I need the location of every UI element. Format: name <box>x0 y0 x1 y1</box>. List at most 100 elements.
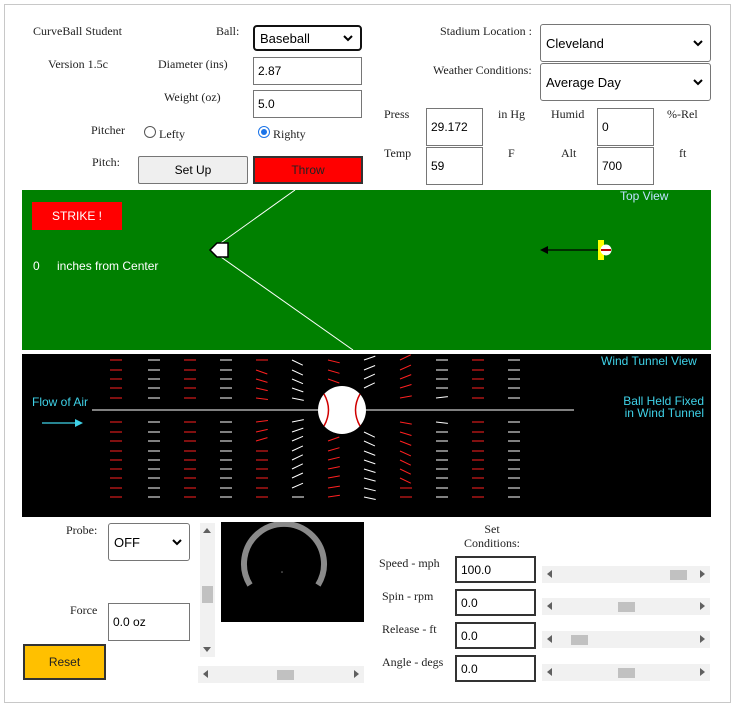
scroll-left-icon[interactable] <box>547 602 552 610</box>
streamline-dash <box>327 359 340 364</box>
streamline-dash <box>327 378 340 384</box>
top-view-panel: Top View STRIKE ! 0 inches from Center <box>22 190 711 350</box>
condition-input[interactable]: 0.0 <box>455 622 536 649</box>
streamline-dash <box>363 382 376 389</box>
scroll-right-icon[interactable] <box>700 570 705 578</box>
streamline-dash <box>291 397 304 401</box>
offset-value: 0 <box>33 259 40 273</box>
alt-input[interactable]: 700 <box>597 147 654 185</box>
righty-radio[interactable] <box>258 126 270 138</box>
condition-slider[interactable] <box>542 631 710 648</box>
streamline-dash <box>291 463 304 470</box>
streamline-dash <box>255 428 268 433</box>
probe-vertical-scrollbar[interactable] <box>200 523 215 657</box>
streamline-dash <box>291 359 304 366</box>
scroll-right-icon[interactable] <box>700 668 705 676</box>
streamline-dash <box>327 485 340 489</box>
force-value: 0.0 oz <box>113 615 146 629</box>
reset-button[interactable]: Reset <box>23 644 106 680</box>
ball-select[interactable]: Baseball <box>253 25 362 51</box>
streamline-dash <box>255 420 268 423</box>
pitcher-label: Pitcher <box>91 123 125 137</box>
streamlines <box>110 354 520 500</box>
scroll-left-icon[interactable] <box>547 635 552 643</box>
scroll-right-icon[interactable] <box>700 602 705 610</box>
streamline-dash <box>327 466 340 470</box>
stadium-select[interactable]: Cleveland <box>540 24 711 62</box>
force-input[interactable]: 0.0 oz <box>108 603 190 641</box>
streamline-dash <box>435 421 448 424</box>
condition-slider[interactable] <box>542 598 710 615</box>
weather-select[interactable]: Average Day <box>540 63 711 101</box>
condition-input[interactable]: 0.0 <box>455 655 536 682</box>
app-version: Version 1.5c <box>48 57 108 71</box>
scroll-up-icon[interactable] <box>203 528 211 533</box>
weight-input[interactable]: 5.0 <box>253 90 362 118</box>
condition-label: Speed - mph <box>379 556 440 570</box>
top-view-title: Top View <box>620 190 669 203</box>
condition-slider[interactable] <box>542 664 710 681</box>
fixed-note: Ball Held Fixed in Wind Tunnel <box>622 395 704 419</box>
streamline-dash <box>291 369 304 376</box>
streamline-dash <box>327 436 340 442</box>
diameter-input[interactable]: 2.87 <box>253 57 362 85</box>
pitcher-marker-icon <box>598 240 612 260</box>
lefty-radio[interactable] <box>144 126 156 138</box>
streamline-dash <box>363 477 376 482</box>
press-input[interactable]: 29.172 <box>426 108 483 146</box>
weight-value: 5.0 <box>258 97 275 111</box>
slider-thumb[interactable] <box>618 602 635 612</box>
set-conditions-line2: Conditions: <box>463 536 520 550</box>
streamline-dash <box>327 475 340 479</box>
scroll-right-icon[interactable] <box>354 670 359 678</box>
probe-label: Probe: <box>66 523 98 537</box>
baseball-icon <box>318 386 366 434</box>
humid-label: Humid <box>551 107 585 121</box>
press-value: 29.172 <box>431 120 468 134</box>
diameter-label: Diameter (ins) <box>158 57 228 71</box>
condition-input[interactable]: 0.0 <box>455 589 536 616</box>
chevron-down-icon <box>693 79 703 86</box>
scroll-right-icon[interactable] <box>700 635 705 643</box>
scroll-thumb[interactable] <box>277 670 294 680</box>
condition-label: Spin - rpm <box>382 589 434 603</box>
condition-label: Angle - degs <box>382 655 444 669</box>
scroll-left-icon[interactable] <box>203 670 208 678</box>
fixed-note-line2: in Wind Tunnel <box>624 406 704 420</box>
slider-thumb[interactable] <box>618 668 635 678</box>
scroll-down-icon[interactable] <box>203 647 211 652</box>
streamline-dash <box>363 450 376 456</box>
force-gauge-icon <box>241 521 327 587</box>
streamline-dash <box>363 468 376 473</box>
scroll-left-icon[interactable] <box>547 668 552 676</box>
streamline-dash <box>327 456 340 461</box>
streamline-dash <box>399 477 412 484</box>
wind-tunnel-field <box>42 354 574 500</box>
streamline-dash <box>291 482 304 489</box>
temp-label: Temp <box>384 146 412 160</box>
weight-label: Weight (oz) <box>164 90 221 104</box>
condition-slider[interactable] <box>542 566 710 583</box>
force-label: Force <box>70 603 98 617</box>
offset-label: inches from Center <box>57 259 159 273</box>
force-gauge-panel <box>221 521 364 622</box>
press-unit: in Hg <box>498 107 525 121</box>
streamline-dash <box>255 378 268 383</box>
temp-input[interactable]: 59 <box>426 147 483 185</box>
streamline-dash <box>435 396 448 399</box>
throw-button[interactable]: Throw <box>253 156 363 184</box>
gauge-horizontal-scrollbar[interactable] <box>198 666 364 683</box>
condition-input[interactable]: 100.0 <box>455 556 536 583</box>
slider-thumb[interactable] <box>670 570 687 580</box>
slider-thumb[interactable] <box>571 635 588 645</box>
flow-arrow-icon <box>42 419 83 427</box>
probe-select[interactable]: OFF <box>108 523 190 561</box>
lefty-label: Lefty <box>159 127 185 141</box>
condition-value: 0.0 <box>461 595 478 610</box>
streamline-dash <box>363 496 376 500</box>
scroll-left-icon[interactable] <box>547 570 552 578</box>
humid-input[interactable]: 0 <box>597 108 654 146</box>
scroll-thumb[interactable] <box>202 586 213 603</box>
chevron-down-icon <box>693 40 703 47</box>
setup-button[interactable]: Set Up <box>138 156 248 184</box>
